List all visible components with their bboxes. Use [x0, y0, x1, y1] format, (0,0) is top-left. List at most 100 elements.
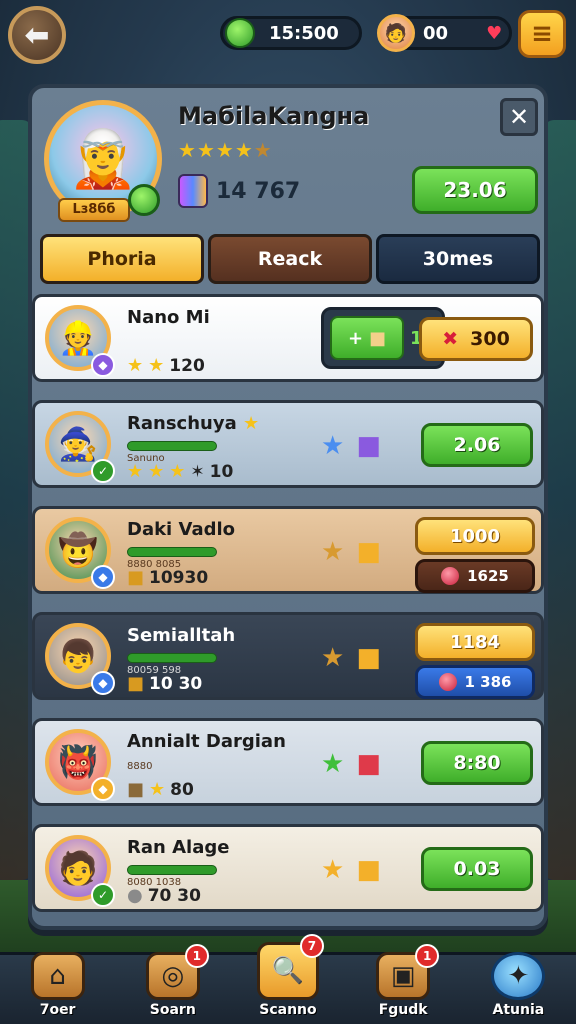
star-icon: ★ [253, 138, 273, 162]
lives-counter[interactable]: 🧑 00 ♥ [377, 14, 512, 52]
hero-action-button[interactable]: 23.06 [412, 166, 538, 214]
star-icon: ★ [169, 461, 186, 482]
coins-value: 15:500 [269, 22, 339, 44]
reward-icons: ★ ■ [321, 855, 381, 885]
player-avatar-mini: 🧑 [377, 14, 415, 52]
nav-item-atunia[interactable]: ✦ Atunia [468, 952, 568, 1018]
star-icon: ★ [321, 643, 345, 673]
star-icon: ✦ [491, 952, 546, 1000]
hero-row-sub: 8880 [127, 761, 153, 772]
gem-button-value: 1 386 [464, 673, 512, 691]
tab-30mes[interactable]: 30mes [376, 234, 540, 284]
ruby-icon [438, 673, 457, 691]
nav-item-scanno[interactable]: 🔍 7 Scanno [238, 934, 338, 1018]
gem-button[interactable]: 1625 [415, 559, 535, 593]
crate-icon: ■ [127, 567, 145, 588]
star-icon: ★ [243, 413, 260, 434]
tab-phoria[interactable]: Phoria [40, 234, 204, 284]
reward-icons: ★ ■ [321, 431, 381, 461]
nav-item-soarn[interactable]: ◎ 1 Soarn [123, 944, 223, 1018]
class-badge-icon: ◆ [91, 777, 115, 801]
class-badge-icon: ◆ [91, 671, 115, 695]
gem-button-value: 1625 [467, 567, 509, 585]
chest-icon: ■ [127, 779, 145, 800]
nav-item-fgudk[interactable]: ▣ 1 Fgudk [353, 944, 453, 1018]
close-button[interactable]: ✕ [500, 98, 538, 136]
nav-item-home[interactable]: ⌂ 7oer [8, 952, 108, 1018]
star-icon: ★ [127, 461, 144, 482]
nav-label: Scanno [259, 1002, 317, 1018]
notification-badge: 7 [299, 934, 324, 958]
hero-avatar-icon: 🧝 [68, 127, 138, 192]
hero-star-rating: ★★★★★ [178, 138, 273, 162]
gift-icon [178, 174, 208, 208]
coins-counter[interactable]: 15:500 [220, 16, 362, 50]
check-badge-icon: ✓ [91, 459, 115, 483]
hero-row-stat: ★ ★ ★ ✶ 10 [127, 461, 233, 482]
menu-button[interactable]: ≡ [518, 10, 566, 58]
reward-icons: ★ ■ [321, 749, 381, 779]
ruby-icon [441, 567, 460, 585]
potion-icon: ■ [356, 749, 381, 779]
close-icon: ✕ [508, 103, 530, 131]
top-bar: ⬅ 15:500 🧑 00 ♥ ≡ [0, 0, 576, 70]
nav-label: 7oer [39, 1002, 76, 1018]
heart-icon: ♥ [486, 22, 503, 44]
nav-label: Fgudk [378, 1002, 428, 1018]
check-badge-icon: ✓ [91, 883, 115, 907]
upgrade-button[interactable]: 2.06 [421, 423, 533, 467]
ribbon-icon: ✖ [442, 328, 459, 350]
hero-row-stat: ★ ★ 120 [127, 355, 205, 376]
hero-row-name: Nano Mi [127, 307, 210, 328]
list-item[interactable]: 👷 ◆ Nano Mi ★ ★ 120 + ■ 1 ✖ 300 [32, 294, 544, 382]
progress-bar [127, 441, 217, 451]
gold-item-icon: ■ [356, 855, 381, 885]
hero-row-name: Annialt Dargian [127, 731, 286, 752]
hero-row-stat-value: 80 [170, 779, 194, 800]
progress-bar [127, 547, 217, 557]
hero-row-stat: ■ 10930 [127, 567, 208, 588]
class-badge-icon: ◆ [91, 353, 115, 377]
notification-badge: 1 [415, 944, 440, 968]
star-icon: ★ [321, 855, 345, 885]
star-icon: ★ [234, 138, 254, 162]
back-button[interactable]: ⬅ [8, 6, 66, 64]
hero-row-stat-value: 120 [169, 355, 205, 376]
gold-button[interactable]: 1000 [415, 517, 535, 555]
star-icon: ★ [178, 138, 197, 162]
nav-label: Soarn [149, 1002, 196, 1018]
hero-row-name: Daki Vadlo [127, 519, 236, 540]
gem-button[interactable]: 1 386 [415, 665, 535, 699]
star-icon: ★ [149, 779, 166, 800]
buy-button[interactable]: ✖ 300 [419, 317, 533, 361]
progress-bar [127, 865, 217, 875]
list-item[interactable]: 🧑 ✓ Ran Alage 8080 1038 ● 70 30 ★ ■ 0.03 [32, 824, 544, 912]
star-icon: ★ [196, 138, 216, 162]
list-item[interactable]: 👦 ◆ Semialltah 80059 598 ■ 10 30 ★ ■ 118… [32, 612, 544, 700]
gold-button[interactable]: 1184 [415, 623, 535, 661]
hero-power: 14 767 [178, 174, 300, 208]
add-item-button[interactable]: + ■ [330, 316, 404, 360]
hero-row-stat-value: 10 30 [149, 673, 203, 694]
tab-reack[interactable]: Reack [208, 234, 372, 284]
plus-icon: + [347, 327, 364, 349]
reward-icons: ★ ■ [321, 537, 381, 567]
hero-list: 👷 ◆ Nano Mi ★ ★ 120 + ■ 1 ✖ 300 🧙 ✓ Rans… [32, 294, 544, 930]
star-icon: ★ [321, 537, 345, 567]
hero-row-name: Ran Alage [127, 837, 230, 858]
list-item[interactable]: 🤠 ◆ Daki Vadlo 8880 8085 ■ 10930 ★ ■ 100… [32, 506, 544, 594]
gold-item-icon: ■ [356, 537, 381, 567]
progress-bar [127, 653, 217, 663]
star-icon: ★ [148, 461, 165, 482]
bottom-nav: ⌂ 7oer ◎ 1 Soarn 🔍 7 Scanno ▣ 1 Fgudk ✦ … [0, 934, 576, 1024]
upgrade-button[interactable]: 8:80 [421, 741, 533, 785]
list-item[interactable]: 🧙 ✓ Ranschuya ★ Sanuno ★ ★ ★ ✶ 10 ★ ■ 2.… [32, 400, 544, 488]
hero-level-badge: Lз8бб [58, 198, 130, 222]
gem-box-icon: ■ [356, 431, 381, 461]
nav-label: Atunia [492, 1002, 545, 1018]
stone-icon: ● [127, 885, 143, 906]
hero-row-stat-value: 70 30 [147, 885, 201, 906]
upgrade-button[interactable]: 0.03 [421, 847, 533, 891]
list-item[interactable]: 👹 ◆ Annialt Dargian 8880 ■ ★ 80 ★ ■ 8:80 [32, 718, 544, 806]
roster-panel: 🧝 Lз8бб MaбilaKangнa ★★★★★ 14 767 23.06 … [28, 84, 548, 930]
